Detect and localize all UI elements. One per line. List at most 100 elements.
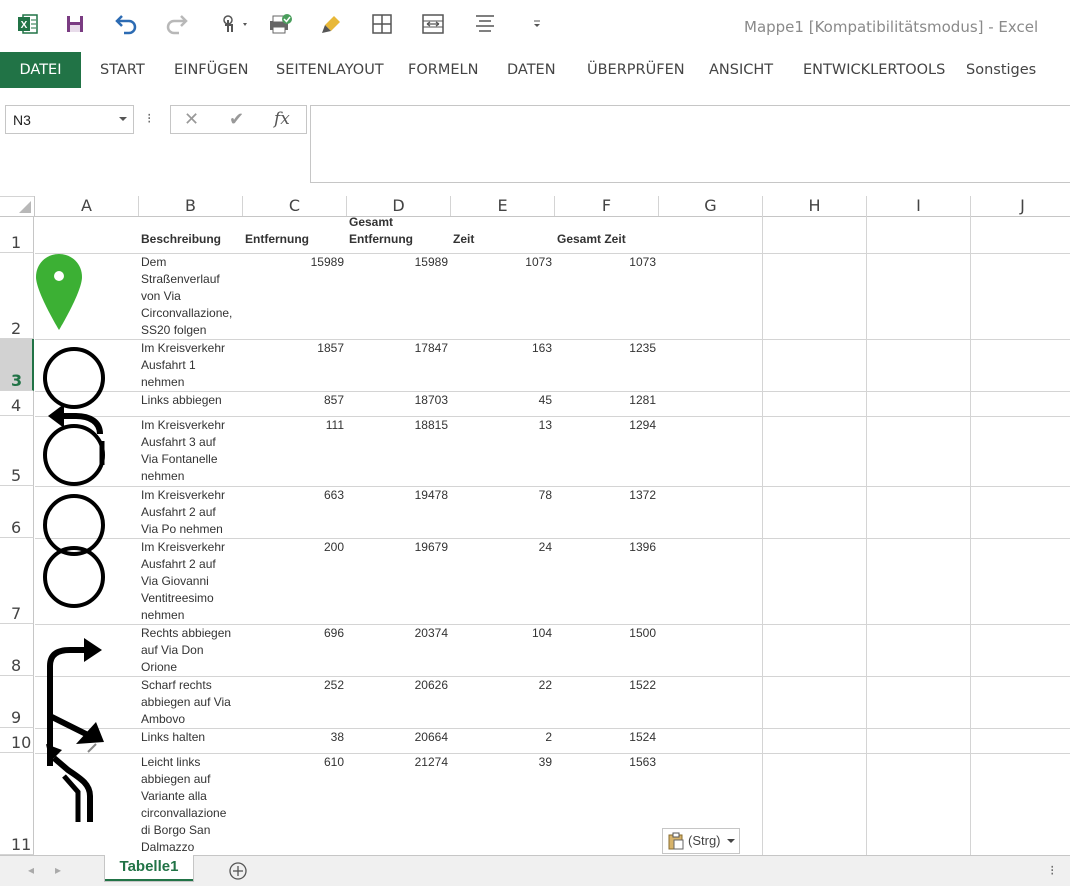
row-header-3[interactable]: 3 — [0, 339, 34, 391]
column-header-g[interactable]: G — [659, 196, 763, 216]
column-header-a[interactable]: A — [35, 196, 139, 216]
cell-d9[interactable]: 20626 — [347, 677, 448, 694]
cell-f4[interactable]: 1281 — [555, 392, 656, 409]
roundabout-exit-2-icon-b[interactable] — [40, 543, 110, 613]
cell-c6[interactable]: 663 — [243, 487, 344, 504]
row-header-6[interactable]: 6 — [0, 486, 34, 538]
cell-e3[interactable]: 163 — [451, 340, 552, 357]
cell-e8[interactable]: 104 — [451, 625, 552, 642]
column-header-e[interactable]: E — [451, 196, 555, 216]
excel-logo-icon[interactable]: X — [14, 10, 42, 38]
touch-mode-icon[interactable] — [217, 10, 253, 38]
sheet-tab-tabelle1[interactable]: Tabelle1 — [104, 855, 194, 882]
scroll-left-icon[interactable]: ◂ — [28, 863, 34, 877]
select-all-corner[interactable] — [0, 196, 35, 217]
cell-d8[interactable]: 20374 — [347, 625, 448, 642]
cell-f5[interactable]: 1294 — [555, 417, 656, 434]
customize-toolbar-icon[interactable] — [524, 10, 550, 38]
cell-f3[interactable]: 1235 — [555, 340, 656, 357]
tab-seitenlayout[interactable]: SEITENLAYOUT — [276, 52, 384, 88]
cell-d7[interactable]: 19679 — [347, 539, 448, 556]
merge-center-icon[interactable] — [419, 10, 447, 38]
tab-entwicklertools[interactable]: ENTWICKLERTOOLS — [803, 52, 945, 88]
tab-einfuegen[interactable]: EINFÜGEN — [174, 52, 248, 88]
cell-b10[interactable]: Links halten — [141, 729, 241, 746]
worksheet-grid[interactable]: Beschreibung Entfernung Gesamt Entfernun… — [35, 216, 1070, 855]
more-options-icon[interactable]: ⁝ — [147, 110, 151, 127]
cell-d10[interactable]: 20664 — [347, 729, 448, 746]
cell-b2[interactable]: Dem Straßenverlauf von Via Circonvallazione… — [141, 254, 241, 339]
save-icon[interactable] — [61, 10, 89, 38]
align-icon[interactable] — [471, 10, 499, 38]
row-header-11[interactable]: 11 — [0, 753, 34, 855]
print-preview-icon[interactable] — [266, 10, 294, 38]
cancel-icon[interactable]: ✕ — [184, 109, 199, 130]
cell-b9[interactable]: Scharf rechts abbiegen auf Via Ambovo — [141, 677, 241, 728]
add-sheet-icon[interactable] — [228, 861, 248, 881]
cell-b11[interactable]: Leicht links abbiegen auf Variante alla cir… — [141, 754, 241, 855]
column-header-d[interactable]: D — [347, 196, 451, 216]
insert-function-icon[interactable]: fx — [274, 109, 290, 129]
tab-start[interactable]: START — [100, 52, 145, 88]
cell-b4[interactable]: Links abbiegen — [141, 392, 241, 409]
chevron-down-icon[interactable] — [119, 117, 127, 121]
cell-c7[interactable]: 200 — [243, 539, 344, 556]
cell-f11[interactable]: 1563 — [555, 754, 656, 771]
row-header-8[interactable]: 8 — [0, 624, 34, 676]
cell-c4[interactable]: 857 — [243, 392, 344, 409]
cell-d6[interactable]: 19478 — [347, 487, 448, 504]
tab-ansicht[interactable]: ANSICHT — [709, 52, 773, 88]
cell-d5[interactable]: 18815 — [347, 417, 448, 434]
cell-e4[interactable]: 45 — [451, 392, 552, 409]
row-header-1[interactable]: 1 — [0, 216, 34, 253]
redo-icon[interactable] — [163, 10, 191, 38]
borders-icon[interactable] — [368, 10, 396, 38]
tab-formeln[interactable]: FORMELN — [408, 52, 478, 88]
cell-c3[interactable]: 1857 — [243, 340, 344, 357]
row-header-9[interactable]: 9 — [0, 676, 34, 728]
more-options-icon[interactable]: ⁝ — [1050, 862, 1054, 879]
cell-f7[interactable]: 1396 — [555, 539, 656, 556]
column-header-b[interactable]: B — [139, 196, 243, 216]
cell-f2[interactable]: 1073 — [555, 254, 656, 271]
cell-e9[interactable]: 22 — [451, 677, 552, 694]
column-header-c[interactable]: C — [243, 196, 347, 216]
cell-b3[interactable]: Im Kreisverkehr Ausfahrt 1 nehmen — [141, 340, 241, 391]
cell-d3[interactable]: 17847 — [347, 340, 448, 357]
column-header-j[interactable]: J — [971, 196, 1070, 216]
cell-f9[interactable]: 1522 — [555, 677, 656, 694]
row-header-2[interactable]: 2 — [0, 253, 34, 339]
tab-daten[interactable]: DATEN — [507, 52, 556, 88]
cell-e2[interactable]: 1073 — [451, 254, 552, 271]
cell-f8[interactable]: 1500 — [555, 625, 656, 642]
enter-icon[interactable]: ✔ — [229, 109, 244, 130]
cell-b7[interactable]: Im Kreisverkehr Ausfahrt 2 auf Via Giovann… — [141, 539, 241, 624]
row-header-4[interactable]: 4 — [0, 391, 34, 416]
column-header-f[interactable]: F — [555, 196, 659, 216]
formula-input[interactable] — [310, 105, 1070, 183]
keep-left-icon[interactable] — [40, 732, 110, 828]
tab-ueberpruefen[interactable]: ÜBERPRÜFEN — [587, 52, 685, 88]
cell-b6[interactable]: Im Kreisverkehr Ausfahrt 2 auf Via Po nehm… — [141, 487, 241, 538]
row-header-5[interactable]: 5 — [0, 416, 34, 486]
cell-c9[interactable]: 252 — [243, 677, 344, 694]
cell-b5[interactable]: Im Kreisverkehr Ausfahrt 3 auf Via Fontane… — [141, 417, 241, 485]
cell-c11[interactable]: 610 — [243, 754, 344, 771]
cell-e10[interactable]: 2 — [451, 729, 552, 746]
cell-e7[interactable]: 24 — [451, 539, 552, 556]
row-header-7[interactable]: 7 — [0, 538, 34, 624]
cell-f10[interactable]: 1524 — [555, 729, 656, 746]
cell-c10[interactable]: 38 — [243, 729, 344, 746]
cell-c8[interactable]: 696 — [243, 625, 344, 642]
cell-f6[interactable]: 1372 — [555, 487, 656, 504]
format-painter-icon[interactable] — [318, 10, 346, 38]
cell-e6[interactable]: 78 — [451, 487, 552, 504]
row-header-10[interactable]: 10 — [0, 728, 34, 753]
map-marker-icon[interactable] — [35, 252, 95, 334]
column-header-i[interactable]: I — [867, 196, 971, 216]
paste-options-button[interactable]: (Strg) — [662, 828, 740, 854]
cell-c5[interactable]: 111 — [243, 417, 344, 434]
cell-d11[interactable]: 21274 — [347, 754, 448, 771]
cell-e11[interactable]: 39 — [451, 754, 552, 771]
cell-e5[interactable]: 13 — [451, 417, 552, 434]
